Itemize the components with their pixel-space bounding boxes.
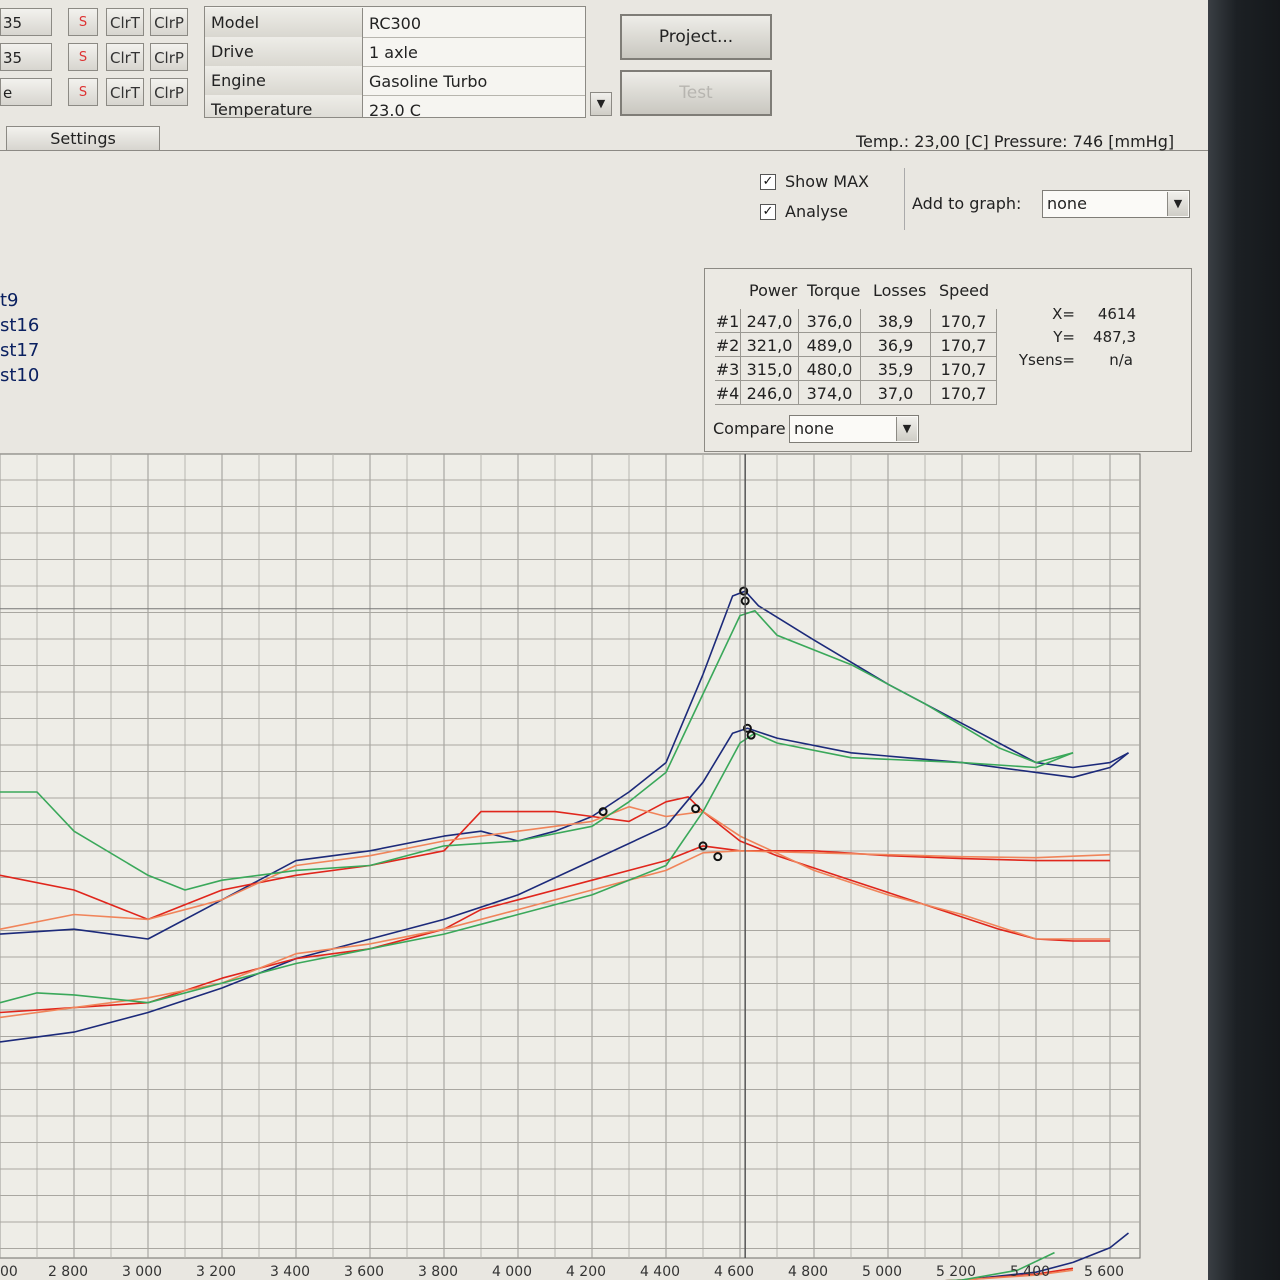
- legend-item[interactable]: t9: [0, 290, 19, 311]
- info-key: Model: [205, 8, 363, 37]
- x-axis-ticks: 00 2 800 3 000 3 200 3 400 3 600 3 800 4 000 4 2…: [0, 1264, 1124, 1280]
- cursor-x-label: X=: [1052, 305, 1075, 323]
- dyno-software-window: 35 S ClrT ClrP 35 S ClrT ClrP e S ClrT C…: [0, 0, 1208, 1280]
- power-cell: 246,0: [741, 381, 799, 405]
- show-max-label: Show MAX: [785, 172, 869, 191]
- clear-power-button[interactable]: ClrP: [150, 8, 188, 36]
- options-divider: [904, 168, 905, 230]
- x-tick-label: 3 200: [196, 1264, 236, 1280]
- column-header: Power: [749, 281, 798, 300]
- cursor-y-value: 487,3: [1093, 328, 1136, 346]
- chevron-down-icon[interactable]: ▼: [896, 417, 917, 441]
- legend-item[interactable]: st17: [0, 340, 39, 361]
- row-id: #1: [715, 309, 741, 333]
- x-tick-label: 4 000: [492, 1264, 532, 1280]
- info-key: Temperature: [205, 95, 363, 117]
- x-tick-label: 3 400: [270, 1264, 310, 1280]
- channel-name[interactable]: e: [0, 78, 52, 106]
- x-tick-label: 4 200: [566, 1264, 606, 1280]
- info-row-model[interactable]: Model RC300: [205, 8, 585, 38]
- channel-name[interactable]: 35: [0, 8, 52, 36]
- analyse-checkbox[interactable]: ✓: [760, 204, 776, 220]
- clear-torque-button[interactable]: ClrT: [106, 43, 144, 71]
- x-tick-label: 2 800: [48, 1264, 88, 1280]
- cursor-x-value: 4614: [1097, 305, 1136, 323]
- vehicle-info-grid: Model RC300 Drive 1 axle Engine Gasoline…: [204, 6, 586, 118]
- x-tick-label: 3 800: [418, 1264, 458, 1280]
- compare-label: Compare: [713, 419, 786, 438]
- ambient-status: Temp.: 23,00 [C] Pressure: 746 [mmHg]: [856, 132, 1175, 151]
- info-key: Engine: [205, 66, 363, 95]
- power-cell: 321,0: [741, 333, 799, 357]
- info-row-engine[interactable]: Engine Gasoline Turbo: [205, 66, 585, 96]
- ysens-value: n/a: [1109, 351, 1133, 369]
- x-tick-label: 3 600: [344, 1264, 384, 1280]
- column-header: Losses: [873, 281, 927, 300]
- info-row-temperature[interactable]: Temperature 23.0 C: [205, 95, 585, 118]
- info-key: Drive: [205, 37, 363, 66]
- row-id: #4: [715, 381, 741, 405]
- x-tick-label: 5 200: [936, 1264, 976, 1280]
- x-tick-label: 5 000: [862, 1264, 902, 1280]
- channel-s-button[interactable]: S: [68, 78, 98, 106]
- project-button[interactable]: Project...: [620, 14, 772, 60]
- add-to-graph-select[interactable]: none ▼: [1042, 190, 1190, 218]
- column-header: Speed: [939, 281, 990, 300]
- legend-item[interactable]: st10: [0, 365, 39, 386]
- test-button[interactable]: Test: [620, 70, 772, 116]
- channel-s-button[interactable]: S: [68, 8, 98, 36]
- ysens-label: Ysens=: [1018, 351, 1075, 369]
- torque-cell: 374,0: [799, 381, 861, 405]
- torque-cell: 376,0: [799, 309, 861, 333]
- x-tick-label: 5 400: [1010, 1264, 1050, 1280]
- analyse-label: Analyse: [785, 202, 848, 221]
- clear-power-button[interactable]: ClrP: [150, 43, 188, 71]
- compare-select[interactable]: none ▼: [789, 415, 919, 443]
- row-id: #2: [715, 333, 741, 357]
- power-cell: 315,0: [741, 357, 799, 381]
- losses-cell: 35,9: [861, 357, 931, 381]
- show-max-checkbox[interactable]: ✓: [760, 174, 776, 190]
- info-value: Gasoline Turbo: [369, 72, 488, 91]
- cursor-y-label: Y=: [1053, 328, 1075, 346]
- losses-cell: 37,0: [861, 381, 931, 405]
- x-tick-label: 5 600: [1084, 1264, 1124, 1280]
- chevron-down-icon[interactable]: ▼: [590, 92, 612, 116]
- losses-cell: 36,9: [861, 333, 931, 357]
- speed-cell: 170,7: [931, 381, 997, 405]
- compare-value: none: [794, 419, 834, 438]
- x-tick-label: 3 000: [122, 1264, 162, 1280]
- dyno-graph[interactable]: 00 2 800 3 000 3 200 3 400 3 600 3 800 4 000 4 2…: [0, 446, 1208, 1280]
- clear-power-button[interactable]: ClrP: [150, 78, 188, 106]
- monitor-bezel: [1208, 0, 1280, 1280]
- chevron-down-icon[interactable]: ▼: [1167, 192, 1188, 216]
- losses-cell: 38,9: [861, 309, 931, 333]
- legend-item[interactable]: st16: [0, 315, 39, 336]
- torque-cell: 480,0: [799, 357, 861, 381]
- x-tick-label: 00: [0, 1264, 18, 1280]
- speed-cell: 170,7: [931, 333, 997, 357]
- tab-settings[interactable]: Settings: [6, 126, 160, 150]
- x-tick-label: 4 800: [788, 1264, 828, 1280]
- clear-torque-button[interactable]: ClrT: [106, 8, 144, 36]
- info-row-drive[interactable]: Drive 1 axle: [205, 37, 585, 67]
- info-value: RC300: [369, 14, 422, 33]
- info-value: 1 axle: [369, 43, 418, 62]
- channel-name[interactable]: 35: [0, 43, 52, 71]
- column-header: Torque: [807, 281, 861, 300]
- add-to-graph-value: none: [1047, 194, 1087, 213]
- x-tick-label: 4 600: [714, 1264, 754, 1280]
- speed-cell: 170,7: [931, 357, 997, 381]
- analysis-panel: Power Torque Losses Speed #1 247,0 376,0…: [704, 268, 1192, 452]
- power-cell: 247,0: [741, 309, 799, 333]
- add-to-graph-label: Add to graph:: [912, 194, 1022, 213]
- row-id: #3: [715, 357, 741, 381]
- channel-s-button[interactable]: S: [68, 43, 98, 71]
- torque-cell: 489,0: [799, 333, 861, 357]
- speed-cell: 170,7: [931, 309, 997, 333]
- clear-torque-button[interactable]: ClrT: [106, 78, 144, 106]
- info-value: 23.0 C: [369, 101, 421, 118]
- x-tick-label: 4 400: [640, 1264, 680, 1280]
